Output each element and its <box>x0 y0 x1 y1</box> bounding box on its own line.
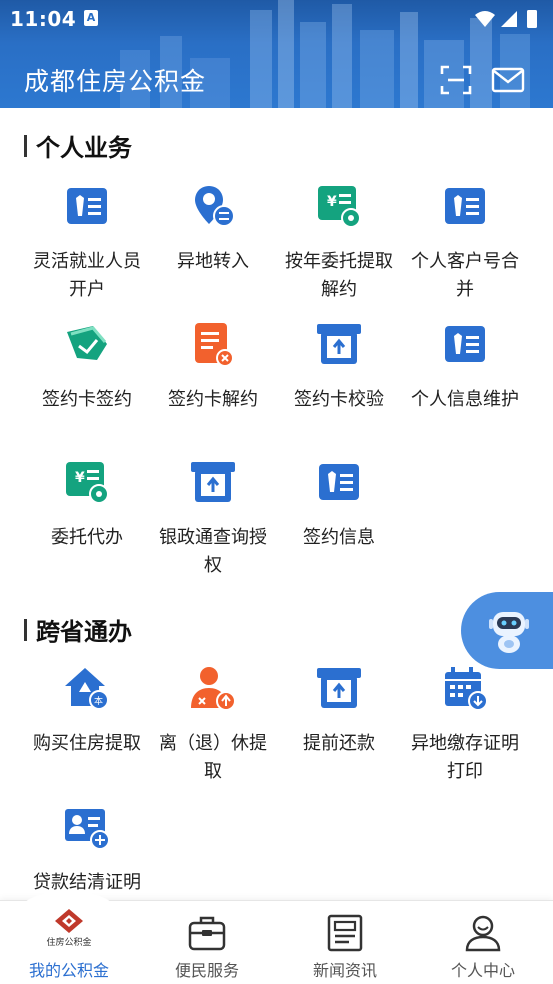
service-house-purchase-withdraw[interactable]: 本 购买住房提取 <box>24 664 150 758</box>
nav-my-fund[interactable]: 住房公积金 我的公积金 <box>0 891 138 984</box>
fund-logo-text: 住房公积金 <box>46 938 92 948</box>
section-bar <box>24 618 27 641</box>
nav-label: 我的公积金 <box>28 961 109 980</box>
svg-text:本: 本 <box>94 695 103 707</box>
service-label: 签约卡解约 <box>168 389 258 410</box>
upload-box-icon <box>191 462 235 502</box>
service-label: 委托代办 <box>51 527 123 548</box>
cancel-document-icon <box>195 323 234 367</box>
retire-user-icon <box>191 667 236 711</box>
service-label: 签约信息 <box>303 527 375 548</box>
notification-app-icon: A <box>84 10 98 26</box>
signal-icon <box>501 11 517 27</box>
user-card-add-icon <box>65 809 110 850</box>
user-icon <box>465 915 501 952</box>
battery-icon <box>527 10 537 28</box>
wifi-icon <box>475 11 495 27</box>
nav-personal-center[interactable]: 个人中心 <box>414 901 552 984</box>
service-annual-withdraw-cancel[interactable]: ¥ 按年委托提取解约 <box>276 182 402 304</box>
section-title-personal: 个人业务 <box>24 128 132 163</box>
section-bar <box>24 134 27 157</box>
id-card-icon <box>445 326 485 362</box>
bill-settings-icon: ¥ <box>66 462 109 504</box>
bottom-navigation: 住房公积金 我的公积金 便民服务 新闻资讯 个人中心 <box>0 891 553 984</box>
service-label: 按年委托提取解约 <box>285 251 393 300</box>
nav-label: 个人中心 <box>450 961 515 980</box>
app-title: 成都住房公积金 <box>24 67 207 96</box>
service-label: 个人信息维护 <box>411 389 519 410</box>
robot-icon <box>489 612 529 653</box>
service-label: 签约卡签约 <box>42 389 132 410</box>
nav-label: 新闻资讯 <box>312 961 377 980</box>
service-signed-card-sign[interactable]: 签约卡签约 <box>24 320 150 414</box>
service-retirement-withdraw[interactable]: 离（退）休提取 <box>150 664 276 786</box>
service-signed-card-cancel[interactable]: 签约卡解约 <box>150 320 276 414</box>
signed-card-icon <box>67 326 107 360</box>
house-withdraw-icon: 本 <box>65 668 109 710</box>
service-remote-transfer-in[interactable]: 异地转入 <box>150 182 276 276</box>
service-customer-id-merge[interactable]: 个人客户号合并 <box>402 182 528 304</box>
status-indicators <box>475 10 537 28</box>
service-flexible-employment-open[interactable]: 灵活就业人员开户 <box>24 182 150 304</box>
section-title-text: 个人业务 <box>36 134 132 162</box>
upload-box-icon <box>317 324 361 364</box>
service-label: 购买住房提取 <box>33 733 141 754</box>
service-label: 异地缴存证明打印 <box>411 733 519 782</box>
id-card-icon <box>319 464 359 500</box>
scan-icon[interactable] <box>439 64 473 96</box>
news-icon <box>327 914 363 952</box>
status-time: 11:04 <box>10 7 77 31</box>
service-label: 提前还款 <box>303 733 375 754</box>
svg-text:¥: ¥ <box>75 470 85 486</box>
svg-text:¥: ¥ <box>327 194 337 210</box>
service-personal-info-maintenance[interactable]: 个人信息维护 <box>402 320 528 414</box>
id-card-icon <box>67 188 107 224</box>
location-transfer-icon <box>195 186 235 227</box>
nav-label: 便民服务 <box>174 961 239 980</box>
service-bank-gov-query-auth[interactable]: 银政通查询授权 <box>150 458 276 580</box>
service-entrusted-agent[interactable]: ¥ 委托代办 <box>24 458 150 552</box>
service-label: 离（退）休提取 <box>159 733 267 782</box>
service-early-repayment[interactable]: 提前还款 <box>276 664 402 758</box>
bill-settings-icon: ¥ <box>318 186 361 228</box>
section-title-text: 跨省通办 <box>36 618 132 646</box>
service-label: 异地转入 <box>177 251 249 272</box>
service-label: 银政通查询授权 <box>159 527 267 576</box>
assistant-robot-button[interactable] <box>461 592 553 669</box>
service-deposit-proof-print[interactable]: 异地缴存证明打印 <box>402 664 528 786</box>
nav-news[interactable]: 新闻资讯 <box>276 901 414 984</box>
calendar-print-icon <box>445 667 488 711</box>
service-label: 签约卡校验 <box>294 389 384 410</box>
status-bar: 11:04 A <box>0 0 553 36</box>
section-title-cross-province: 跨省通办 <box>24 612 132 647</box>
service-label: 个人客户号合并 <box>411 251 519 300</box>
app-header: 11:04 A 成都住房公积金 <box>0 0 553 108</box>
briefcase-icon <box>188 916 226 951</box>
service-label: 灵活就业人员开户 <box>33 251 141 300</box>
mail-icon[interactable] <box>491 64 525 96</box>
service-sign-info[interactable]: 签约信息 <box>276 458 402 552</box>
service-signed-card-verify[interactable]: 签约卡校验 <box>276 320 402 414</box>
service-loan-settlement-proof[interactable]: 贷款结清证明 <box>24 803 150 897</box>
nav-convenience-services[interactable]: 便民服务 <box>138 901 276 984</box>
id-card-icon <box>445 188 485 224</box>
upload-box-icon <box>317 668 361 708</box>
